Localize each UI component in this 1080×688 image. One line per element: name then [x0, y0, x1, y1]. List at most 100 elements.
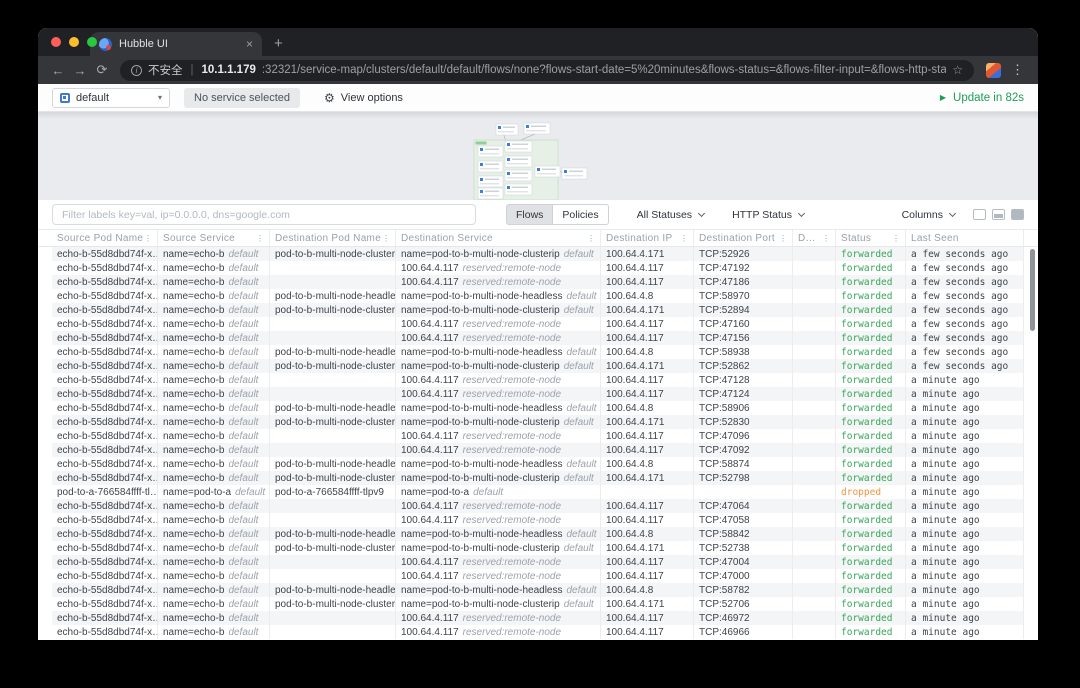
cell-status: forwarded	[836, 583, 906, 597]
column-menu-icon[interactable]: ⋮	[382, 234, 390, 243]
gear-icon: ⚙	[324, 90, 335, 105]
table-row[interactable]: echo-b-55d8dbd74f-x… name=echo-b default po…	[52, 583, 1024, 597]
tab-policies[interactable]: Policies	[552, 204, 609, 225]
update-timer-button[interactable]: ▶ Update in 82s	[940, 92, 1024, 104]
cell-dest-port: TCP:47096	[694, 429, 793, 443]
flow-filter-input[interactable]	[52, 204, 476, 225]
column-header-source-pod-name[interactable]: Source Pod Name ⋮	[52, 230, 158, 246]
panel-layout-hidden-icon[interactable]	[973, 209, 986, 220]
http-status-dropdown[interactable]: HTTP Status	[732, 209, 806, 221]
table-row[interactable]: echo-b-55d8dbd74f-x… name=echo-b default 10…	[52, 275, 1024, 289]
table-row[interactable]: echo-b-55d8dbd74f-x… name=echo-b default 10…	[52, 317, 1024, 331]
column-header-destination-port[interactable]: Destination Port ⋮	[694, 230, 793, 246]
cell-source-pod: echo-b-55d8dbd74f-x…	[52, 569, 158, 583]
macos-close-button[interactable]	[51, 37, 61, 47]
cell-last-seen: a minute ago	[906, 611, 1024, 625]
cell-dest-l7	[793, 471, 836, 485]
table-row[interactable]: echo-b-55d8dbd74f-x… name=echo-b default 10…	[52, 331, 1024, 345]
table-row[interactable]: echo-b-55d8dbd74f-x… name=echo-b default po…	[52, 597, 1024, 611]
view-options-button[interactable]: ⚙ View options	[324, 92, 403, 104]
macos-zoom-button[interactable]	[87, 37, 97, 47]
cell-last-seen: a minute ago	[906, 625, 1024, 639]
column-menu-icon[interactable]: ⋮	[587, 234, 595, 243]
table-row[interactable]: echo-b-55d8dbd74f-x… name=echo-b default po…	[52, 471, 1024, 485]
back-icon[interactable]: ←	[48, 63, 68, 78]
browser-tab[interactable]: Hubble UI ×	[90, 32, 262, 56]
table-row[interactable]: echo-b-55d8dbd74f-x… name=echo-b default 10…	[52, 261, 1024, 275]
extension-icon[interactable]	[986, 62, 1001, 78]
browser-window: Hubble UI × + ← → ⟳ i 不安全 | 10.1.1.179:3…	[38, 28, 1038, 640]
table-row[interactable]: echo-b-55d8dbd74f-x… name=echo-b default po…	[52, 359, 1024, 373]
table-row[interactable]: pod-to-a-766584ffff-tl… name=pod-to-a defa…	[52, 485, 1024, 499]
cell-dest-ip: 100.64.4.171	[601, 359, 694, 373]
cell-dest-port: TCP:58842	[694, 527, 793, 541]
column-menu-icon[interactable]: ⋮	[680, 234, 688, 243]
cell-last-seen: a few seconds ago	[906, 345, 1024, 359]
panel-layout-split-icon[interactable]	[992, 209, 1005, 220]
table-row[interactable]: echo-b-55d8dbd74f-x… name=echo-b default po…	[52, 303, 1024, 317]
namespace-select[interactable]: default ▾	[52, 87, 170, 108]
status-filter-dropdown[interactable]: All Statuses	[637, 209, 706, 221]
column-header-last-seen[interactable]: Last Seen	[906, 230, 1024, 246]
scrollbar-thumb[interactable]	[1030, 249, 1035, 331]
service-map[interactable]	[38, 112, 1038, 200]
table-row[interactable]: echo-b-55d8dbd74f-x… name=echo-b default 10…	[52, 429, 1024, 443]
table-row[interactable]: echo-b-55d8dbd74f-x… name=echo-b default 10…	[52, 555, 1024, 569]
column-header-destination-service[interactable]: Destination Service ⋮	[396, 230, 601, 246]
address-bar[interactable]: i 不安全 | 10.1.1.179:32321/service-map/clu…	[120, 59, 974, 81]
table-row[interactable]: echo-b-55d8dbd74f-x… name=echo-b default po…	[52, 247, 1024, 261]
column-header-source-service[interactable]: Source Service ⋮	[158, 230, 270, 246]
browser-menu-icon[interactable]: ⋮	[1007, 62, 1028, 78]
table-row[interactable]: echo-b-55d8dbd74f-x… name=echo-b default po…	[52, 541, 1024, 555]
table-row[interactable]: echo-b-55d8dbd74f-x… name=echo-b default 10…	[52, 373, 1024, 387]
table-row[interactable]: echo-b-55d8dbd74f-x… name=echo-b default 10…	[52, 611, 1024, 625]
cell-dest-l7	[793, 415, 836, 429]
tab-close-icon[interactable]: ×	[246, 38, 253, 50]
info-icon[interactable]: i	[131, 64, 142, 76]
tab-flows[interactable]: Flows	[506, 204, 553, 225]
macos-minimize-button[interactable]	[69, 37, 79, 47]
table-row[interactable]: echo-b-55d8dbd74f-x… name=echo-b default po…	[52, 415, 1024, 429]
table-row[interactable]: echo-b-55d8dbd74f-x… name=echo-b default po…	[52, 401, 1024, 415]
cell-source-service: name=echo-b default	[158, 345, 270, 359]
columns-dropdown[interactable]: Columns	[902, 209, 957, 221]
column-header-status[interactable]: Status ⋮	[836, 230, 906, 246]
status-badge: forwarded	[841, 346, 893, 358]
table-row[interactable]: echo-b-55d8dbd74f-x… name=echo-b default 10…	[52, 569, 1024, 583]
namespace-label-chip	[475, 141, 487, 145]
table-row[interactable]: echo-b-55d8dbd74f-x… name=echo-b default po…	[52, 527, 1024, 541]
table-row[interactable]: echo-b-55d8dbd74f-x… name=echo-b default po…	[52, 345, 1024, 359]
table-row[interactable]: echo-b-55d8dbd74f-x… name=echo-b default 10…	[52, 513, 1024, 527]
panel-layout-full-icon[interactable]	[1011, 209, 1024, 220]
table-row[interactable]: echo-b-55d8dbd74f-x… name=echo-b default 10…	[52, 387, 1024, 401]
cell-dest-port: TCP:47092	[694, 443, 793, 457]
column-header-destination-pod-name[interactable]: Destination Pod Name ⋮	[270, 230, 396, 246]
table-row[interactable]: echo-b-55d8dbd74f-x… name=echo-b default po…	[52, 457, 1024, 471]
cell-dest-service: name=pod-to-b-multi-node-headless default	[396, 289, 601, 303]
column-menu-icon[interactable]: ⋮	[779, 234, 787, 243]
table-row[interactable]: echo-b-55d8dbd74f-x… name=echo-b default 10…	[52, 499, 1024, 513]
cell-source-service: name=echo-b default	[158, 625, 270, 639]
reload-icon[interactable]: ⟳	[92, 62, 112, 78]
cell-dest-port: TCP:52706	[694, 597, 793, 611]
new-tab-button[interactable]: +	[274, 36, 283, 51]
cell-dest-pod	[270, 373, 396, 387]
bookmark-star-icon[interactable]: ☆	[952, 63, 963, 77]
column-menu-icon[interactable]: ⋮	[892, 234, 900, 243]
cell-dest-ip: 100.64.4.117	[601, 317, 694, 331]
cell-last-seen: a minute ago	[906, 373, 1024, 387]
table-row[interactable]: echo-b-55d8dbd74f-x… name=echo-b default 10…	[52, 443, 1024, 457]
cell-dest-port: TCP:47064	[694, 499, 793, 513]
table-row[interactable]: echo-b-55d8dbd74f-x… name=echo-b default po…	[52, 289, 1024, 303]
column-menu-icon[interactable]: ⋮	[256, 234, 264, 243]
status-badge: forwarded	[841, 472, 893, 484]
column-header-d[interactable]: D… ⋮	[793, 230, 836, 246]
table-row[interactable]: echo-b-55d8dbd74f-x… name=echo-b default 10…	[52, 625, 1024, 639]
cell-dest-port: TCP:46972	[694, 611, 793, 625]
column-menu-icon[interactable]: ⋮	[822, 234, 830, 243]
column-menu-icon[interactable]: ⋮	[144, 234, 152, 243]
cell-dest-service: 100.64.4.117 reserved:remote-node	[396, 429, 601, 443]
forward-icon[interactable]: →	[70, 63, 90, 78]
cell-dest-pod: pod-to-b-multi-node-cluster…	[270, 471, 396, 485]
column-header-destination-ip[interactable]: Destination IP ⋮	[601, 230, 694, 246]
